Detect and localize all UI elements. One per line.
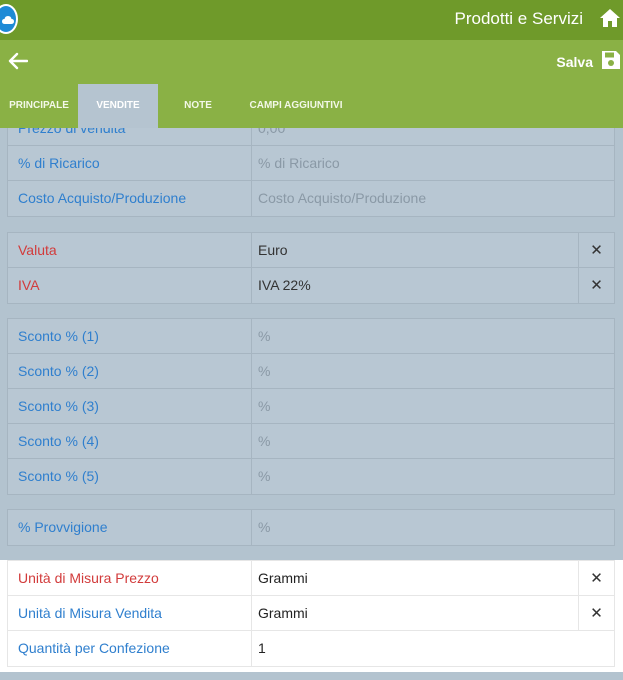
- currency-tax-group: Valuta Euro ✕ IVA IVA 22% ✕: [7, 232, 615, 304]
- form-row-valuta: Valuta Euro ✕: [8, 233, 614, 268]
- app-header: Prodotti e Servizi: [0, 0, 623, 40]
- field-label: Costo Acquisto/Produzione: [18, 190, 187, 206]
- purchase-cost-input[interactable]: Costo Acquisto/Produzione: [251, 181, 614, 216]
- vat-select[interactable]: IVA 22%: [251, 268, 578, 303]
- markup-input[interactable]: % di Ricarico: [251, 146, 614, 180]
- form-row-provvigione: % Provvigione %: [8, 510, 614, 545]
- pack-quantity-input[interactable]: 1: [251, 631, 614, 666]
- clear-price-unit-icon[interactable]: ✕: [578, 561, 614, 596]
- discount-2-input[interactable]: %: [251, 354, 614, 388]
- sale-unit-select[interactable]: Grammi: [251, 596, 578, 630]
- form-row-um-vendita: Unità di Misura Vendita Grammi ✕: [8, 596, 614, 631]
- discounts-group: Sconto % (1) % Sconto % (2) % Sconto % (…: [7, 318, 615, 495]
- clear-currency-icon[interactable]: ✕: [578, 233, 614, 268]
- field-label: Quantità per Confezione: [18, 640, 170, 656]
- tab-bar: PRINCIPALE VENDITE NOTE CAMPI AGGIUNTIVI: [0, 84, 623, 128]
- currency-select[interactable]: Euro: [251, 233, 578, 267]
- discount-4-input[interactable]: %: [251, 424, 614, 458]
- sale-price-input[interactable]: 0,00: [251, 128, 614, 145]
- field-label: Sconto % (4): [18, 433, 99, 449]
- field-label: Sconto % (5): [18, 468, 99, 484]
- field-label: IVA: [18, 277, 40, 293]
- discount-1-input[interactable]: %: [251, 319, 614, 353]
- save-label: Salva: [556, 54, 593, 70]
- form-row-um-prezzo: Unità di Misura Prezzo Grammi ✕: [8, 561, 614, 596]
- field-label: Unità di Misura Vendita: [18, 605, 162, 621]
- form-row-prezzo-vendita: Prezzo di vendita 0,00: [8, 128, 614, 146]
- form-row-sconto-4: Sconto % (4) %: [8, 424, 614, 459]
- pricing-group: Prezzo di vendita 0,00 % di Ricarico % d…: [7, 128, 615, 217]
- field-label: % di Ricarico: [18, 155, 100, 171]
- form-row-sconto-2: Sconto % (2) %: [8, 354, 614, 389]
- field-label: Sconto % (1): [18, 328, 99, 344]
- tab-campi-aggiuntivi[interactable]: CAMPI AGGIUNTIVI: [238, 84, 354, 128]
- field-label: Valuta: [18, 242, 57, 258]
- form-row-sconto-5: Sconto % (5) %: [8, 459, 614, 494]
- field-label: Prezzo di vendita: [18, 128, 126, 136]
- units-group: Unità di Misura Prezzo Grammi ✕ Unità di…: [7, 560, 615, 667]
- arrow-left-icon[interactable]: [8, 52, 29, 75]
- form-row-costo-acquisto: Costo Acquisto/Produzione Costo Acquisto…: [8, 181, 614, 216]
- price-unit-select[interactable]: Grammi: [251, 561, 578, 595]
- form-row-sconto-3: Sconto % (3) %: [8, 389, 614, 424]
- form-row-sconto-1: Sconto % (1) %: [8, 319, 614, 354]
- discount-5-input[interactable]: %: [251, 459, 614, 494]
- field-label: Unità di Misura Prezzo: [18, 570, 159, 586]
- field-label: % Provvigione: [18, 519, 108, 535]
- app-title: Prodotti e Servizi: [454, 9, 584, 28]
- tab-note[interactable]: NOTE: [158, 84, 238, 128]
- field-label: Sconto % (2): [18, 363, 99, 379]
- form-row-ricarico: % di Ricarico % di Ricarico: [8, 146, 614, 181]
- home-icon[interactable]: [599, 8, 621, 33]
- commission-input[interactable]: %: [251, 510, 614, 545]
- field-label: Sconto % (3): [18, 398, 99, 414]
- form-row-quantita-confezione: Quantità per Confezione 1: [8, 631, 614, 666]
- tab-principale[interactable]: PRINCIPALE: [0, 84, 78, 128]
- discount-3-input[interactable]: %: [251, 389, 614, 423]
- floppy-disk-icon: [601, 50, 621, 75]
- save-button[interactable]: Salva: [556, 50, 621, 74]
- clear-sale-unit-icon[interactable]: ✕: [578, 596, 614, 631]
- action-toolbar: Salva: [0, 40, 623, 84]
- cloud-logo-icon[interactable]: [0, 4, 18, 34]
- clear-vat-icon[interactable]: ✕: [578, 268, 614, 303]
- form-row-iva: IVA IVA 22% ✕: [8, 268, 614, 303]
- commission-group: % Provvigione %: [7, 509, 615, 546]
- tab-vendite[interactable]: VENDITE: [78, 84, 158, 128]
- sales-form: Prezzo di vendita 0,00 % di Ricarico % d…: [0, 128, 623, 680]
